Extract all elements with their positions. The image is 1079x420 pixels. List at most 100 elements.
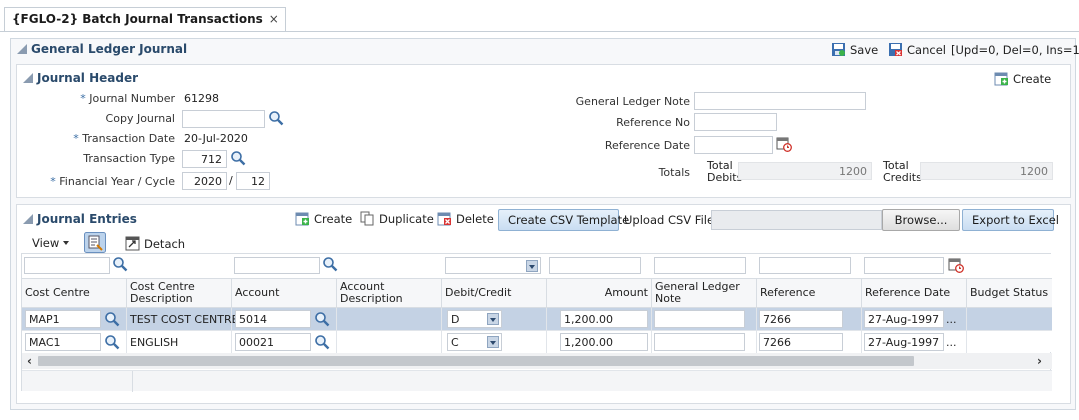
calendar-icon[interactable]	[948, 257, 964, 273]
total-credits-label: Total Credits	[883, 159, 922, 184]
col-account[interactable]: Account	[232, 278, 337, 308]
cancel-icon	[889, 43, 902, 56]
transaction-type-input[interactable]: 712	[182, 150, 227, 168]
view-menu[interactable]: View	[32, 236, 70, 250]
cost-centre-input[interactable]: MAC1	[25, 333, 101, 351]
detach-button[interactable]: Detach	[125, 236, 185, 251]
calendar-icon[interactable]	[776, 136, 792, 152]
cost-centre-input[interactable]: MAP1	[25, 310, 101, 328]
create-csv-template-button[interactable]: Create CSV Template	[498, 209, 629, 231]
total-debits-value: 1200	[738, 162, 872, 180]
col-amount[interactable]: Amount	[547, 278, 652, 308]
chevron-down-icon[interactable]	[526, 260, 538, 272]
reference-date-cell-input[interactable]: 27-Aug-1997	[864, 333, 944, 351]
collapse-icon[interactable]	[17, 44, 27, 54]
total-credits-value: 1200	[920, 162, 1053, 180]
col-budget-status[interactable]: Budget Status	[967, 278, 1052, 308]
create-icon	[295, 212, 309, 226]
date-picker-ellipsis[interactable]: ...	[946, 336, 957, 349]
filter-row	[22, 254, 1052, 278]
reference-no-input[interactable]	[694, 113, 777, 131]
debit-credit-select[interactable]: C	[447, 333, 502, 351]
collapse-icon[interactable]	[23, 73, 33, 83]
tab-title: {FGLO-2} Batch Journal Transactions	[12, 12, 263, 26]
save-icon	[832, 43, 845, 56]
transaction-date-value: 20-Jul-2020	[184, 132, 248, 145]
date-picker-ellipsis[interactable]: ...	[946, 313, 957, 326]
chevron-down-icon[interactable]	[487, 336, 499, 348]
reference-input[interactable]: 7266	[759, 333, 843, 351]
header-create-button[interactable]: Create	[994, 71, 1051, 86]
collapse-icon[interactable]	[23, 214, 33, 224]
filter-debit-credit[interactable]	[445, 257, 541, 274]
search-icon[interactable]	[104, 334, 120, 350]
scroll-left-icon[interactable]: ‹	[27, 354, 32, 368]
col-account-description[interactable]: Account Description	[337, 278, 442, 308]
filter-reference-date[interactable]	[864, 257, 944, 274]
search-icon[interactable]	[104, 311, 120, 327]
export-excel-button[interactable]: Export to Excel	[962, 209, 1059, 231]
journal-header-panel: Journal Header Create * Journal Number 6…	[16, 64, 1071, 198]
search-icon[interactable]	[314, 311, 330, 327]
search-icon[interactable]	[314, 334, 330, 350]
close-icon[interactable]: ×	[269, 12, 279, 26]
amount-input[interactable]: 1,200.00	[560, 333, 648, 351]
journal-entries-title[interactable]: Journal Entries	[23, 212, 137, 226]
search-icon[interactable]	[230, 150, 246, 166]
amount-input[interactable]: 1,200.00	[560, 310, 648, 328]
journal-number-label: * Journal Number	[80, 92, 175, 105]
upload-csv-label: Upload CSV File	[624, 213, 715, 227]
gl-note-label: General Ledger Note	[575, 95, 690, 108]
tab-divider	[0, 31, 1079, 32]
upload-file-input[interactable]	[711, 210, 882, 230]
copy-journal-input[interactable]	[182, 110, 265, 128]
gl-note-cell-input[interactable]	[654, 333, 745, 351]
col-reference-date[interactable]: Reference Date	[862, 278, 967, 308]
duplicate-icon	[360, 211, 374, 226]
financial-year-input[interactable]: 2020	[182, 172, 227, 190]
reference-date-input[interactable]	[694, 136, 773, 154]
delete-icon	[437, 212, 451, 226]
debit-credit-select[interactable]: D	[447, 310, 502, 328]
chevron-down-icon[interactable]	[487, 313, 499, 325]
query-by-example-icon[interactable]	[84, 232, 106, 253]
duplicate-button[interactable]: Duplicate	[360, 211, 434, 226]
account-input[interactable]: 00021	[235, 333, 311, 351]
horizontal-scrollbar[interactable]: ‹ ›	[22, 353, 1052, 369]
gl-note-cell-input[interactable]	[654, 310, 745, 328]
filter-account[interactable]	[234, 257, 320, 274]
cancel-button[interactable]: Cancel	[888, 42, 946, 57]
gl-note-input[interactable]	[694, 92, 866, 110]
panel-title[interactable]: General Ledger Journal	[17, 42, 187, 56]
account-input[interactable]: 5014	[235, 310, 311, 328]
table-row[interactable]: MAP1 TEST COST CENTRE 5014 D 1,200.00 72…	[22, 308, 1052, 330]
col-gl-note[interactable]: General Ledger Note	[652, 278, 757, 308]
col-cost-centre[interactable]: Cost Centre	[22, 278, 127, 308]
totals-label: Totals	[658, 166, 690, 179]
reference-date-cell-input[interactable]: 27-Aug-1997	[864, 310, 944, 328]
filter-gl-note[interactable]	[654, 257, 746, 274]
search-icon[interactable]	[112, 256, 128, 272]
delete-button[interactable]: Delete	[437, 211, 494, 226]
search-icon[interactable]	[268, 110, 284, 126]
cycle-input[interactable]: 12	[236, 172, 270, 190]
browse-button[interactable]: Browse...	[882, 209, 960, 231]
save-button[interactable]: Save	[831, 42, 878, 57]
entries-create-button[interactable]: Create	[295, 211, 352, 226]
fy-cycle-label: * Financial Year / Cycle	[50, 175, 175, 188]
col-reference[interactable]: Reference	[757, 278, 862, 308]
search-icon[interactable]	[322, 256, 338, 272]
tab-batch-journal[interactable]: {FGLO-2} Batch Journal Transactions ×	[4, 7, 286, 32]
filter-amount[interactable]	[549, 257, 641, 274]
cc-description-text: ENGLISH	[130, 336, 179, 349]
filter-cost-centre[interactable]	[24, 257, 110, 274]
scroll-right-icon[interactable]: ›	[1037, 354, 1042, 368]
reference-input[interactable]: 7266	[759, 310, 843, 328]
table-row[interactable]: MAC1 ENGLISH 00021 C 1,200.00 7266 27-Au…	[22, 330, 1052, 353]
scrollbar-thumb[interactable]	[38, 356, 914, 366]
col-debit-credit[interactable]: Debit/Credit	[442, 278, 547, 308]
filter-reference[interactable]	[759, 257, 851, 274]
fy-separator: /	[229, 174, 233, 187]
col-cc-description[interactable]: Cost Centre Description	[127, 278, 232, 308]
journal-header-title[interactable]: Journal Header	[23, 71, 138, 85]
